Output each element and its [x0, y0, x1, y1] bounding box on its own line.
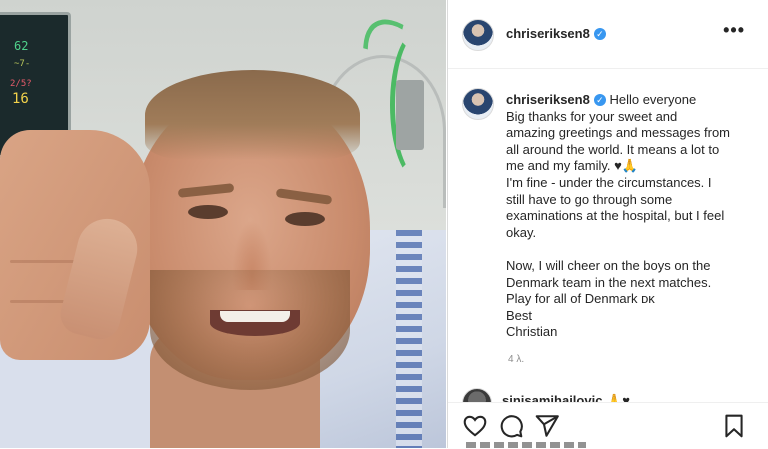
- heart-icon[interactable]: [462, 413, 488, 439]
- comment-icon[interactable]: [498, 413, 524, 439]
- monitor-reading: ~7-: [14, 59, 31, 69]
- author-avatar[interactable]: [462, 19, 494, 51]
- monitor-reading: 62: [14, 39, 29, 53]
- post-header: chriseriksen8 ✓ •••: [448, 0, 768, 69]
- thumb: [56, 212, 144, 344]
- post-sidebar: chriseriksen8 ✓ ••• chriseriksen8 ✓ Hello …: [447, 0, 768, 449]
- caption-line: still have to go through some: [506, 191, 673, 207]
- eye: [285, 212, 325, 226]
- thumbs-up-hand: [0, 130, 150, 360]
- monitor-reading: 16: [12, 91, 29, 107]
- caption-line: examinations at the hospital, but I feel: [506, 208, 725, 224]
- caption-line: I'm fine - under the circumstances. I: [506, 174, 712, 190]
- caption-avatar[interactable]: [462, 88, 494, 120]
- caption-author[interactable]: chriseriksen8: [506, 92, 590, 107]
- likes-line-cropped: [466, 442, 586, 448]
- send-icon[interactable]: [534, 413, 560, 439]
- verified-badge-icon: ✓: [593, 94, 606, 106]
- eye: [188, 205, 228, 219]
- post-photo[interactable]: 62 ~7- 2/5? 16: [0, 0, 446, 448]
- caption-line: Hello everyone: [609, 92, 697, 107]
- teeth: [220, 311, 290, 322]
- caption-line: Denmark team in the next matches.: [506, 274, 712, 290]
- caption-line: me and my family. ♥🙏: [506, 158, 639, 174]
- more-options-icon[interactable]: •••: [723, 20, 745, 41]
- hair: [145, 70, 360, 160]
- wall-bracket: [396, 80, 424, 150]
- caption-line: all around the world. It means a lot to: [506, 141, 720, 157]
- bookmark-icon[interactable]: [721, 413, 747, 439]
- caption-line: okay.: [506, 224, 537, 240]
- post-timestamp[interactable]: 4 λ.: [508, 354, 524, 365]
- caption-line: Big thanks for your sweet and: [506, 108, 678, 124]
- monitor-reading: 2/5?: [10, 79, 32, 89]
- caption-line: amazing greetings and messages from: [506, 125, 731, 141]
- author-username-link[interactable]: chriseriksen8 ✓: [506, 26, 606, 41]
- caption-line: Now, I will cheer on the boys on the: [506, 257, 711, 273]
- caption-first-line: chriseriksen8 ✓ Hello everyone: [506, 92, 756, 109]
- author-username[interactable]: chriseriksen8: [506, 26, 590, 41]
- gown-pattern: [396, 230, 422, 448]
- post-caption: chriseriksen8 ✓ Hello everyone Big thanks…: [506, 92, 756, 341]
- verified-badge-icon: ✓: [593, 28, 606, 40]
- caption-line: Christian: [506, 324, 558, 340]
- caption-line: Play for all of Denmark ᴅᴋ: [506, 291, 655, 307]
- caption-line: Best: [506, 307, 533, 323]
- instagram-post-window: 62 ~7- 2/5? 16 chriseriksen8 ✓ ••• chris…: [0, 0, 768, 449]
